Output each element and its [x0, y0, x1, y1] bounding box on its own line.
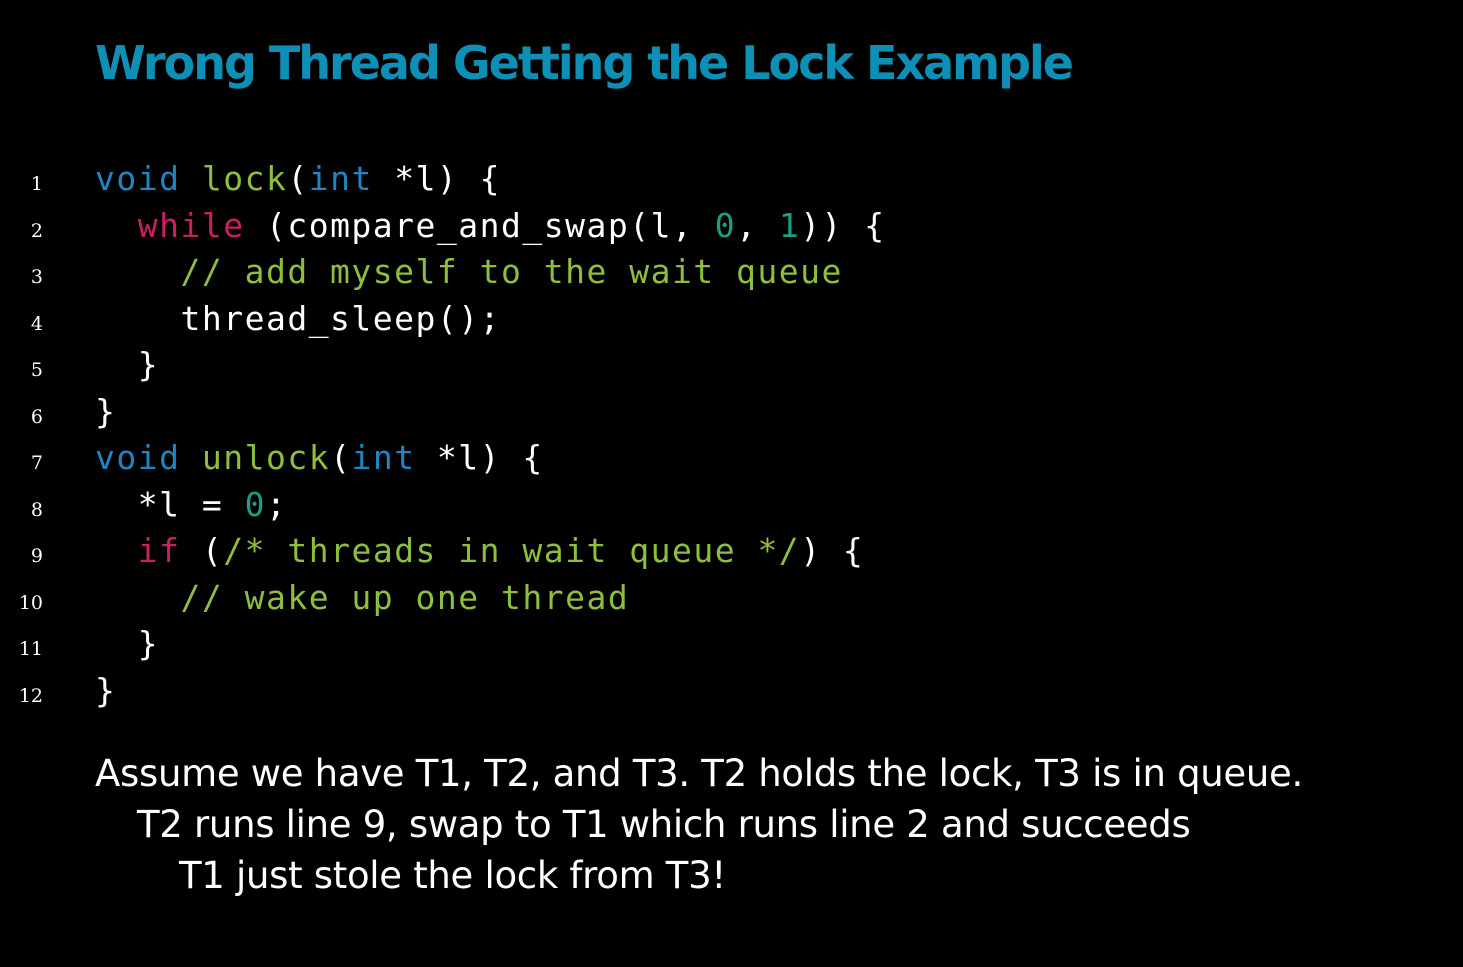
code-text: *l = 0; [95, 482, 287, 529]
code-line: 12} [0, 668, 1200, 715]
code-line: 11 } [0, 621, 1200, 668]
code-token-ident [180, 438, 201, 477]
code-token-ident: } [137, 624, 160, 663]
code-token-ident: } [95, 391, 117, 431]
line-number: 8 [30, 498, 43, 521]
code-text: } [95, 389, 116, 436]
line-number: 5 [30, 359, 43, 381]
code-token-ident: ; [265, 484, 288, 524]
code-text: while (compare_and_swap(l, 0, 1)) { [95, 203, 886, 250]
explanation-line-3: T1 just stole the lock from T3! [179, 854, 726, 897]
explanation-text: Assume we have T1, T2, and T3. T2 holds … [95, 748, 1303, 901]
code-line: 10 // wake up one thread [0, 575, 1200, 622]
code-token-ident: } [137, 345, 160, 384]
code-token-ident: (compare_and_swap(l, [244, 205, 715, 245]
code-text: void unlock(int *l) { [95, 435, 544, 482]
code-text: // wake up one thread [95, 575, 629, 622]
code-token-comment: // wake up one thread [180, 577, 630, 617]
line-number: 9 [30, 545, 43, 567]
code-line: 7 void unlock(int *l) { [0, 435, 1200, 482]
code-token-ident: *l = [137, 484, 245, 524]
line-number: 11 [18, 638, 43, 660]
line-number: 12 [18, 684, 43, 707]
code-token-type: int [308, 159, 373, 198]
line-number: 7 [30, 452, 43, 474]
code-token-comment: lock [201, 159, 288, 198]
code-token-comment: unlock [201, 438, 331, 477]
code-token-control: if [137, 531, 181, 570]
code-line: 6} [0, 389, 1200, 436]
code-text: void lock(int *l) { [95, 156, 501, 203]
line-number: 2 [30, 219, 43, 242]
code-text: if (/* threads in wait queue */) { [95, 528, 864, 575]
code-line: 5 } [0, 342, 1200, 389]
line-number: 10 [18, 591, 43, 614]
code-token-ident: thread_sleep(); [180, 298, 501, 338]
code-token-ident: } [95, 670, 117, 710]
code-token-number: 0 [714, 205, 737, 245]
code-token-ident [180, 159, 201, 198]
line-number: 1 [30, 173, 43, 195]
code-text: // add myself to the wait queue [95, 249, 843, 296]
code-token-ident: ) { [800, 531, 865, 570]
code-token-ident: ( [180, 531, 224, 570]
code-token-ident: , [736, 205, 779, 245]
explanation-line-1: Assume we have T1, T2, and T3. T2 holds … [95, 752, 1303, 795]
explanation-line-2: T2 runs line 9, swap to T1 which runs li… [137, 803, 1191, 846]
code-token-ident: *l) { [372, 159, 502, 198]
code-line: 3 // add myself to the wait queue [0, 249, 1200, 296]
code-line: 9 if (/* threads in wait queue */) { [0, 528, 1200, 575]
line-number: 6 [30, 405, 43, 428]
code-token-keyword: void [95, 159, 181, 198]
code-token-ident: )) { [800, 205, 886, 245]
code-token-type: int [351, 438, 416, 477]
code-token-number: 1 [778, 205, 801, 245]
code-text: } [95, 668, 116, 715]
code-line: 8 *l = 0; [0, 482, 1200, 529]
code-token-keyword: void [95, 438, 181, 477]
code-text: } [95, 621, 159, 668]
line-number: 3 [30, 266, 43, 288]
code-block: 1 void lock(int *l) {2 while (compare_and… [0, 156, 1200, 714]
code-token-comment: /* threads in wait queue */ [223, 531, 801, 570]
code-token-number: 0 [244, 484, 266, 524]
code-token-ident: *l) { [415, 438, 544, 477]
line-number: 4 [30, 312, 43, 335]
code-line: 1 void lock(int *l) { [0, 156, 1200, 203]
code-token-comment: // add myself to the wait queue [180, 252, 843, 291]
code-text: } [95, 342, 159, 389]
code-line: 2 while (compare_and_swap(l, 0, 1)) { [0, 203, 1200, 250]
code-token-control: while [137, 205, 245, 245]
slide-title: Wrong Thread Getting the Lock Example [95, 36, 1074, 90]
code-text: thread_sleep(); [95, 296, 501, 343]
code-token-ident: ( [287, 159, 309, 198]
code-token-ident: ( [330, 438, 352, 477]
code-line: 4 thread_sleep(); [0, 296, 1200, 343]
